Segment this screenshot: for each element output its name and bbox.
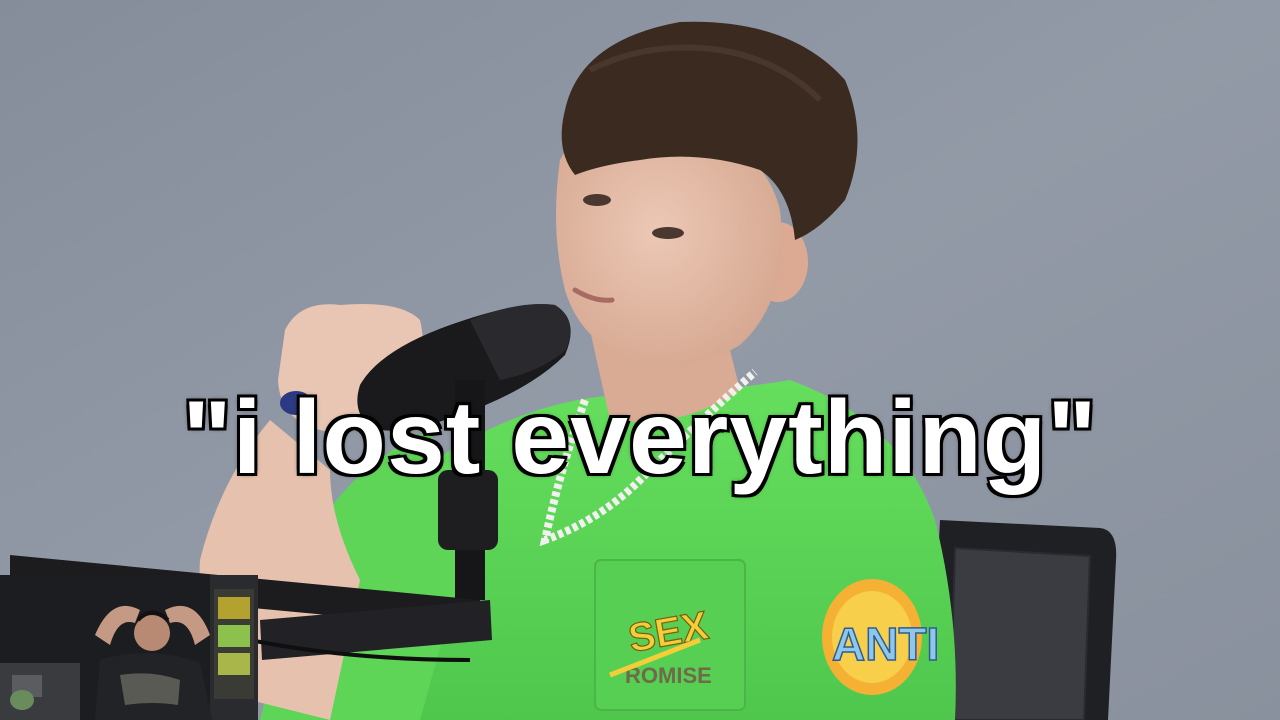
streamer-webcam <box>0 575 258 720</box>
person-eye-left <box>583 194 611 206</box>
video-caption: "i lost everything" <box>180 378 1098 498</box>
office-chair <box>930 520 1117 720</box>
streamer-webcam-scene <box>0 575 258 720</box>
person-eye-right <box>652 227 684 239</box>
sleeve-logo-text: ANTI <box>832 618 939 670</box>
